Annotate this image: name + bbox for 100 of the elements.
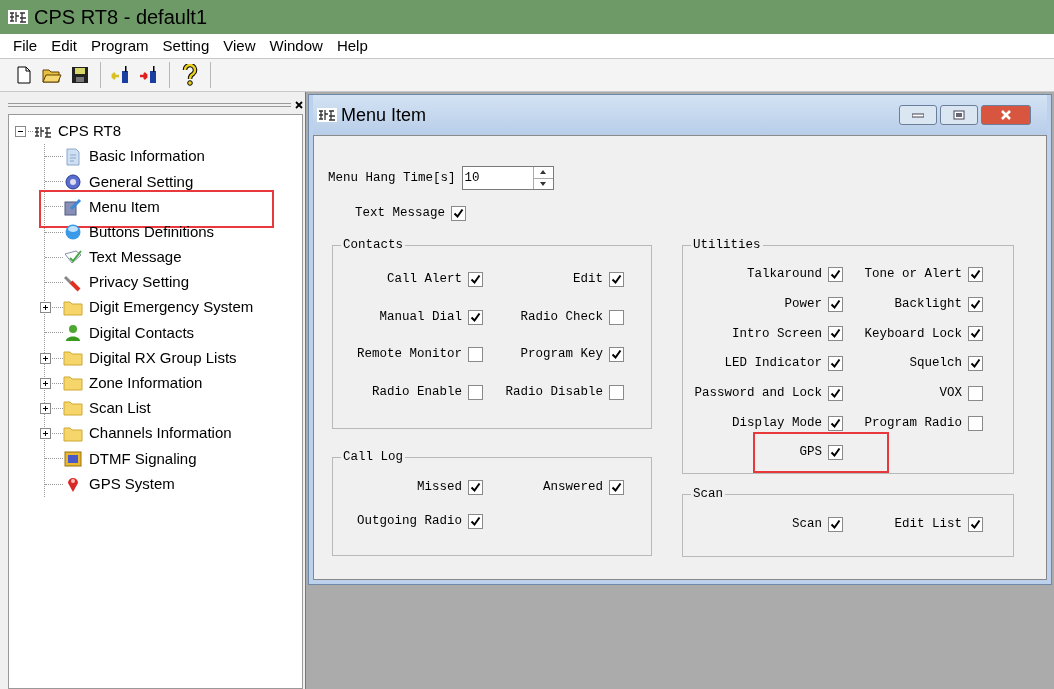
checkbox-label: Power — [784, 295, 822, 313]
keypad-icon — [63, 449, 83, 468]
folder-icon — [63, 424, 83, 443]
tree-item[interactable]: General Setting — [89, 170, 194, 194]
checkbox-label: Display Mode — [732, 414, 822, 432]
checkbox-label: Answered — [543, 479, 603, 497]
checkbox-label: Edit — [573, 271, 603, 289]
maximize-button[interactable] — [940, 105, 978, 125]
menu-item[interactable]: View — [216, 34, 263, 58]
checkbox[interactable] — [468, 514, 483, 530]
checkbox[interactable] — [968, 385, 983, 401]
edit-icon — [63, 197, 83, 216]
tree-item[interactable]: Digital Contacts — [89, 321, 195, 345]
gear-icon — [63, 172, 83, 191]
expand-toggle[interactable] — [40, 302, 51, 314]
checkbox[interactable] — [968, 517, 983, 533]
checkbox[interactable] — [968, 415, 983, 431]
checkbox[interactable] — [968, 356, 983, 372]
checkbox[interactable] — [828, 517, 843, 533]
tree-item[interactable]: DTMF Signaling — [89, 447, 197, 471]
checkbox[interactable] — [828, 445, 843, 461]
tree-item[interactable]: CPS RT8 — [58, 120, 122, 143]
checkbox-label: Keyboard Lock — [864, 325, 962, 343]
tree-item[interactable]: GPS System — [89, 472, 175, 496]
tree-item[interactable]: Digital RX Group Lists — [89, 346, 237, 370]
menu-item[interactable]: Help — [329, 34, 375, 58]
tree-item[interactable]: Zone Information — [89, 372, 203, 395]
menu-item[interactable]: Program — [84, 34, 156, 58]
checkbox[interactable] — [609, 272, 624, 287]
checkbox-label: VOX — [939, 384, 962, 402]
checkbox[interactable] — [468, 384, 483, 400]
tree-item[interactable]: Channels Information — [89, 422, 232, 445]
checkbox-label: Password and Lock — [694, 384, 822, 402]
checkbox[interactable] — [468, 309, 483, 325]
app-icon — [8, 10, 28, 24]
tree-item[interactable]: Digit Emergency System — [89, 296, 254, 319]
ball-icon — [63, 223, 83, 242]
checkbox[interactable] — [828, 356, 843, 372]
expand-toggle[interactable] — [40, 402, 51, 414]
folder-icon — [63, 298, 83, 317]
checkbox-label: Text Message — [355, 205, 445, 222]
checkbox[interactable] — [609, 480, 624, 496]
checkbox[interactable] — [609, 309, 624, 325]
person-icon — [63, 323, 83, 342]
checkbox-label: Tone or Alert — [864, 266, 962, 284]
checkbox[interactable] — [828, 296, 843, 312]
checkbox-label: Program Key — [520, 346, 603, 364]
minimize-icon — [912, 112, 924, 118]
menu-item[interactable]: Setting — [155, 34, 217, 58]
maximize-icon — [953, 110, 965, 120]
menu-item[interactable]: Window — [262, 34, 330, 58]
window-title: Menu Item — [341, 103, 428, 127]
expand-toggle[interactable] — [40, 377, 51, 389]
checkbox[interactable] — [609, 347, 624, 362]
close-icon — [1000, 110, 1012, 120]
document-icon — [63, 147, 83, 166]
close-button[interactable] — [981, 105, 1031, 125]
checkbox-label: Manual Dial — [379, 308, 462, 326]
checkbox-label: LED Indicator — [724, 355, 822, 373]
spin-box[interactable]: 10 — [461, 166, 554, 190]
tree-item[interactable]: Privacy Setting — [89, 271, 190, 294]
tree-item[interactable]: Buttons Definitions — [89, 220, 215, 244]
checkbox[interactable] — [468, 272, 483, 287]
checkbox-label: Scan — [792, 516, 822, 534]
checkbox-label: Edit List — [894, 516, 962, 534]
checkbox-label: Intro Screen — [732, 325, 822, 343]
app-icon — [33, 124, 53, 139]
expand-toggle[interactable] — [40, 428, 51, 440]
checkbox[interactable] — [968, 326, 983, 342]
tree-item[interactable]: Text Message — [89, 246, 182, 269]
field-label: Menu Hang Time[s] — [328, 169, 456, 187]
checkbox-label: Remote Monitor — [356, 346, 462, 364]
checkbox[interactable] — [828, 415, 843, 431]
close-icon[interactable] — [295, 101, 303, 109]
checkbox[interactable] — [828, 267, 843, 283]
minimize-button[interactable] — [899, 105, 937, 125]
checkbox[interactable] — [968, 296, 983, 312]
checkbox-label: Radio Check — [520, 308, 603, 326]
checkbox-label: Call Alert — [387, 271, 462, 289]
checkbox-label: Missed — [417, 479, 462, 497]
folder-icon — [63, 374, 83, 393]
collapse-toggle[interactable] — [15, 126, 26, 137]
menu-item[interactable]: Edit — [44, 34, 85, 58]
tree-item[interactable]: Menu Item — [89, 195, 160, 219]
tree-item[interactable]: Scan List — [89, 397, 151, 420]
checkbox[interactable] — [609, 384, 624, 400]
checkbox-label: Squelch — [909, 355, 962, 373]
folder-icon — [63, 399, 83, 418]
checkbox-label: Radio Disable — [505, 383, 603, 401]
checkbox[interactable] — [968, 267, 983, 283]
checkbox[interactable] — [828, 326, 843, 342]
expand-toggle[interactable] — [40, 352, 51, 364]
menu-item[interactable]: File — [6, 34, 45, 58]
checkbox[interactable] — [451, 205, 466, 221]
checkbox[interactable] — [828, 385, 843, 401]
tree-item[interactable]: Basic Information — [89, 145, 205, 168]
checkbox[interactable] — [468, 347, 483, 362]
checkbox-label: Backlight — [894, 295, 962, 313]
window-title: CPS RT8 - default1 — [34, 5, 208, 30]
checkbox[interactable] — [468, 480, 483, 496]
